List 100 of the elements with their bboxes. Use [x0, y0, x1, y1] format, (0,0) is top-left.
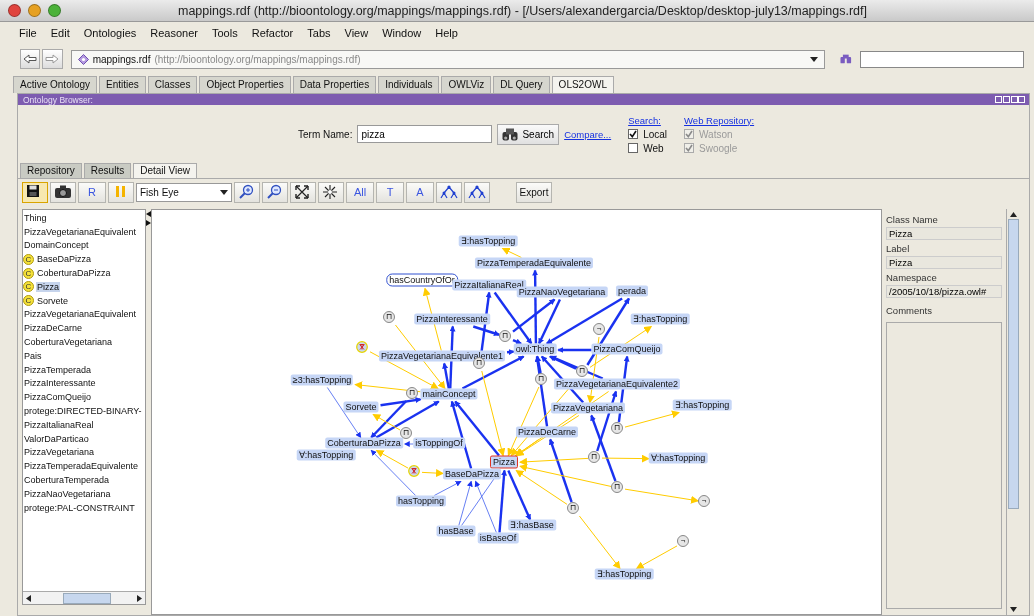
compare-link[interactable]: Compare... — [564, 128, 612, 140]
list-item[interactable]: PizzaTemperadaEquivalente — [23, 461, 140, 472]
vertical-scrollbar[interactable] — [1006, 209, 1019, 615]
class-node[interactable]: ∃:hasTopping — [594, 568, 654, 580]
operator-node[interactable]: ⊓ — [567, 502, 579, 514]
operator-node[interactable]: ⊓ — [576, 365, 588, 377]
tab[interactable]: Detail View — [133, 163, 197, 178]
search-heading-link[interactable]: Web Repository: — [684, 114, 755, 126]
scrollbar-thumb[interactable] — [63, 592, 111, 604]
class-node[interactable]: ∃:hasTopping — [458, 235, 518, 247]
tab[interactable]: Repository — [20, 163, 82, 178]
list-item[interactable]: PizzaVegetarianaEquivalent — [23, 309, 138, 320]
class-node[interactable]: mainConcept — [420, 388, 478, 400]
burst-button[interactable] — [318, 181, 344, 203]
operator-node[interactable]: ¬ — [698, 495, 710, 507]
text-field[interactable]: Pizza — [886, 256, 1002, 269]
tab[interactable]: DL Query — [493, 76, 550, 93]
class-node[interactable]: Pizza — [490, 455, 518, 469]
list-item[interactable]: Sorvete — [36, 295, 70, 306]
menu-item[interactable]: Window — [382, 27, 422, 39]
tab[interactable]: Individuals — [378, 76, 440, 93]
class-node[interactable]: owl:Thing — [513, 343, 557, 355]
save-button[interactable] — [22, 181, 48, 203]
list-item[interactable]: DomainConcept — [23, 240, 90, 251]
tab[interactable]: Object Properties — [199, 76, 291, 93]
export-button[interactable]: Export — [516, 181, 552, 203]
operator-node[interactable]: ⊓ — [406, 387, 418, 399]
class-node[interactable]: PizzaVegetarianaEquivalente1 — [378, 350, 506, 362]
class-node[interactable]: ∃:hasTopping — [630, 313, 690, 325]
list-item[interactable]: Pais — [23, 350, 43, 361]
tab[interactable]: Results — [83, 163, 132, 178]
checkbox[interactable] — [628, 129, 639, 139]
list-item[interactable]: BaseDaPizza — [36, 254, 93, 265]
list-item[interactable]: PizzaComQueijo — [23, 392, 93, 403]
list-item[interactable]: Thing — [23, 212, 48, 223]
tree-button[interactable] — [436, 181, 462, 203]
operator-node[interactable]: ¬ — [677, 535, 689, 547]
list-item[interactable]: PizzaVegetarianaEquivalent — [23, 226, 138, 237]
toolbar-button[interactable]: T — [376, 181, 404, 203]
comments-field[interactable] — [886, 322, 1002, 609]
text-field[interactable]: /2005/10/18/pizza.owl# — [886, 285, 1002, 298]
operator-node[interactable]: ⊓ — [535, 373, 547, 385]
class-node[interactable]: hasTopping — [396, 495, 446, 507]
list-item[interactable]: PizzaNaoVegetariana — [23, 488, 112, 499]
zoom-in-button[interactable] — [234, 181, 260, 203]
menu-item[interactable]: Tabs — [307, 27, 331, 39]
class-node[interactable]: ∀:hasTopping — [296, 449, 356, 461]
list-item[interactable]: Pizza — [36, 281, 60, 292]
class-node[interactable]: ∀:hasTopping — [648, 452, 708, 464]
menu-item[interactable]: Help — [435, 27, 458, 39]
class-node[interactable]: isToppingOf — [413, 437, 465, 449]
operator-node[interactable]: ⊓ — [611, 422, 623, 434]
toolbar-button[interactable]: A — [406, 181, 434, 203]
search-button[interactable]: Search — [497, 123, 560, 145]
class-node[interactable]: ≥3:hasTopping — [290, 374, 354, 386]
class-node[interactable]: Sorvete — [343, 401, 379, 413]
camera-button[interactable] — [50, 181, 76, 203]
back-button[interactable] — [20, 49, 41, 69]
checkbox[interactable] — [628, 143, 639, 153]
class-node[interactable]: BaseDaPizza — [443, 468, 501, 480]
view-mode-dropdown[interactable]: Fish Eye — [136, 182, 232, 202]
list-item[interactable]: protege:PAL-CONSTRAINT — [23, 502, 136, 513]
class-node[interactable]: PizzaTemperadaEquivalente — [474, 257, 594, 269]
address-combo[interactable]: mappings.rdf (http://bioontology.org/mappings/mappings.rdf) — [70, 49, 826, 69]
menu-item[interactable]: Edit — [50, 27, 70, 39]
menu-item[interactable]: View — [344, 27, 369, 39]
list-item[interactable]: CoberturaTemperada — [23, 475, 111, 486]
list-item[interactable]: protege:DIRECTED-BINARY- — [23, 406, 143, 417]
tab[interactable]: Data Properties — [292, 76, 377, 93]
tab[interactable]: Active Ontology — [13, 76, 98, 93]
list-item[interactable]: PizzaTemperada — [23, 364, 93, 375]
menu-item[interactable]: File — [19, 27, 37, 39]
operator-node[interactable]: ⊓ — [499, 330, 511, 342]
list-item[interactable]: ValorDaParticao — [23, 433, 90, 444]
class-node[interactable]: CoberturaDaPizza — [325, 437, 403, 449]
class-node[interactable]: hasBase — [436, 525, 476, 537]
operator-node[interactable]: ⊓ — [383, 311, 395, 323]
menu-item[interactable]: Reasoner — [150, 27, 198, 39]
toolbar-button[interactable]: All — [346, 181, 374, 203]
zoom-out-button[interactable] — [262, 181, 288, 203]
class-node[interactable]: PizzaComQueijo — [591, 343, 663, 355]
tab[interactable]: OWLViz — [441, 76, 492, 93]
class-node[interactable]: ∃:hasTopping — [672, 399, 732, 411]
class-node[interactable]: ∃:hasBase — [508, 519, 556, 531]
class-node[interactable]: PizzaInteressante — [414, 313, 490, 325]
class-node[interactable]: PizzaVegetarianaEquivalente2 — [553, 378, 681, 390]
expand-arrows-button[interactable] — [290, 181, 316, 203]
tab[interactable]: OLS2OWL — [551, 76, 614, 93]
list-item[interactable]: CoberturaDaPizza — [36, 268, 112, 279]
operator-node[interactable]: ⊓ — [588, 451, 600, 463]
operator-node[interactable]: ⊓ — [400, 427, 412, 439]
toolbar-button[interactable]: R — [78, 181, 106, 203]
list-item[interactable]: PizzaDeCarne — [23, 323, 84, 334]
list-item[interactable]: PizzaVegetariana — [23, 447, 96, 458]
tree-button[interactable] — [464, 181, 490, 203]
search-heading-link[interactable]: Search: — [628, 114, 668, 126]
scrollbar-thumb[interactable] — [1007, 219, 1019, 509]
menu-item[interactable]: Tools — [212, 27, 238, 39]
menu-item[interactable]: Ontologies — [83, 27, 137, 39]
list-item[interactable]: CoberturaVegetariana — [23, 337, 114, 348]
